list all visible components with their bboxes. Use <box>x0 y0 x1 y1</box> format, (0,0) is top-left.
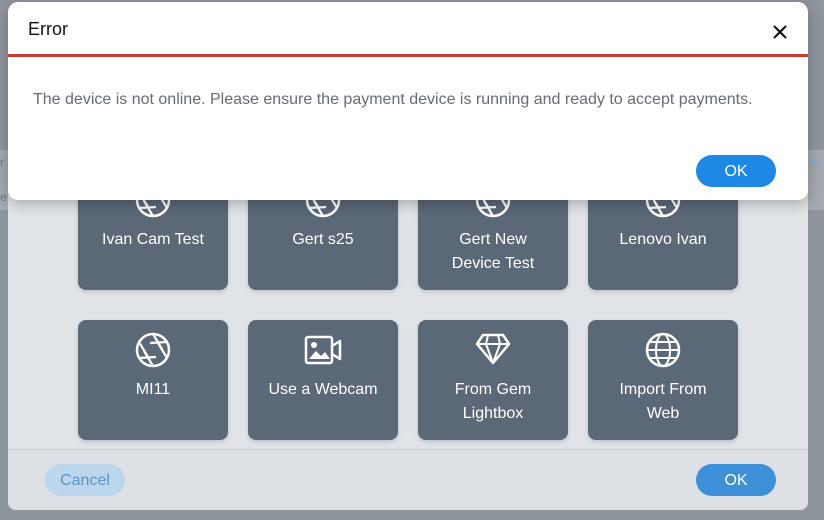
tile-import-from-web[interactable]: Import From Web <box>588 320 738 440</box>
tile-label: Gert s25 <box>292 231 354 248</box>
tile-label: Gert New Device Test <box>451 231 535 272</box>
error-ok-button[interactable]: OK <box>696 155 776 187</box>
background-right-fragment: er <box>810 155 821 169</box>
tile-label: Lenovo Ivan <box>619 231 707 248</box>
tile-use-a-webcam[interactable]: Use a Webcam <box>248 320 398 440</box>
cancel-button[interactable]: Cancel <box>45 464 125 496</box>
tile-from-gem-lightbox[interactable]: From Gem Lightbox <box>418 320 568 440</box>
background-left-fragment-2: e <box>0 190 7 204</box>
error-dialog-title: Error <box>28 19 68 39</box>
tile-mi11[interactable]: MI11 <box>78 320 228 440</box>
tile-label: Use a Webcam <box>268 381 378 398</box>
tile-label: Ivan Cam Test <box>102 231 204 248</box>
dialog-footer: Cancel OK <box>8 449 808 510</box>
error-message: The device is not online. Please ensure … <box>33 91 753 108</box>
webcam-icon <box>248 332 398 368</box>
source-tile-grid: Ivan Cam Test Gert s25 Gert New Device T… <box>78 170 758 460</box>
globe-icon <box>588 332 738 368</box>
picker-ok-button[interactable]: OK <box>696 464 776 496</box>
tile-label: From Gem Lightbox <box>454 381 532 422</box>
error-dialog: Error The device is not online. Please e… <box>8 2 808 200</box>
close-icon[interactable] <box>770 22 790 42</box>
tile-label: MI11 <box>135 381 171 398</box>
error-divider <box>8 54 808 57</box>
tile-label: Import From Web <box>619 381 707 422</box>
gem-icon <box>418 332 568 368</box>
camera-aperture-icon <box>78 332 228 368</box>
background-left-fragment: r <box>0 155 4 169</box>
